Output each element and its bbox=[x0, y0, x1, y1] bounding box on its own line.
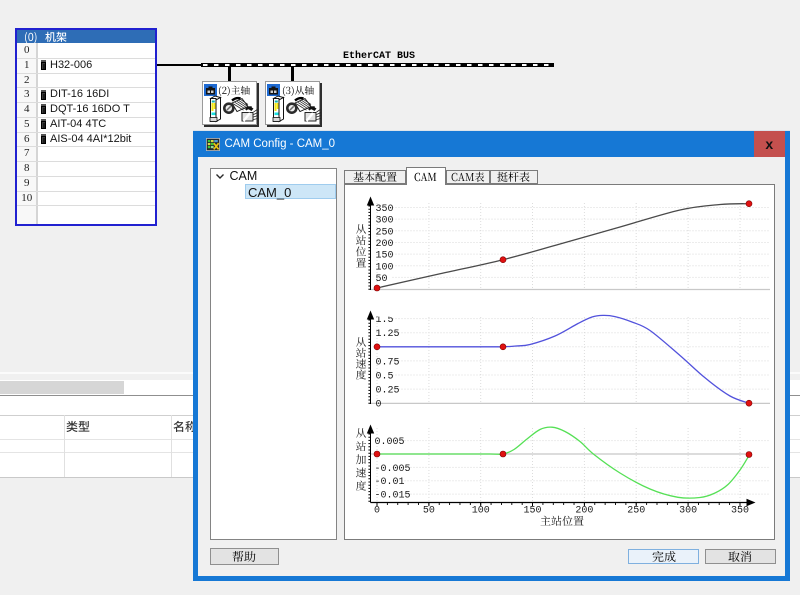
svg-text:1.25: 1.25 bbox=[376, 329, 400, 340]
svg-text:100: 100 bbox=[472, 506, 490, 517]
svg-text:300: 300 bbox=[376, 216, 394, 227]
svg-text:0: 0 bbox=[374, 506, 380, 517]
svg-text:0.005: 0.005 bbox=[375, 437, 405, 448]
svg-text:50: 50 bbox=[423, 506, 435, 517]
svg-text:350: 350 bbox=[731, 506, 749, 517]
svg-text:0.5: 0.5 bbox=[376, 372, 394, 383]
svg-text:1.5: 1.5 bbox=[376, 315, 394, 326]
svg-text:350: 350 bbox=[376, 204, 394, 215]
svg-text:150: 150 bbox=[376, 251, 394, 262]
svg-text:100: 100 bbox=[376, 262, 394, 273]
svg-text:-0.015: -0.015 bbox=[375, 491, 411, 502]
svg-text:-0.005: -0.005 bbox=[375, 464, 411, 475]
svg-text:250: 250 bbox=[627, 506, 645, 517]
svg-text:-0.01: -0.01 bbox=[375, 477, 405, 488]
svg-text:200: 200 bbox=[376, 239, 394, 250]
svg-text:0.25: 0.25 bbox=[376, 386, 400, 397]
svg-text:50: 50 bbox=[376, 274, 388, 285]
svg-text:250: 250 bbox=[376, 227, 394, 238]
svg-text:200: 200 bbox=[575, 506, 593, 517]
svg-text:150: 150 bbox=[523, 506, 541, 517]
svg-text:300: 300 bbox=[679, 506, 697, 517]
svg-text:0: 0 bbox=[376, 400, 382, 411]
svg-text:0.75: 0.75 bbox=[376, 357, 400, 368]
